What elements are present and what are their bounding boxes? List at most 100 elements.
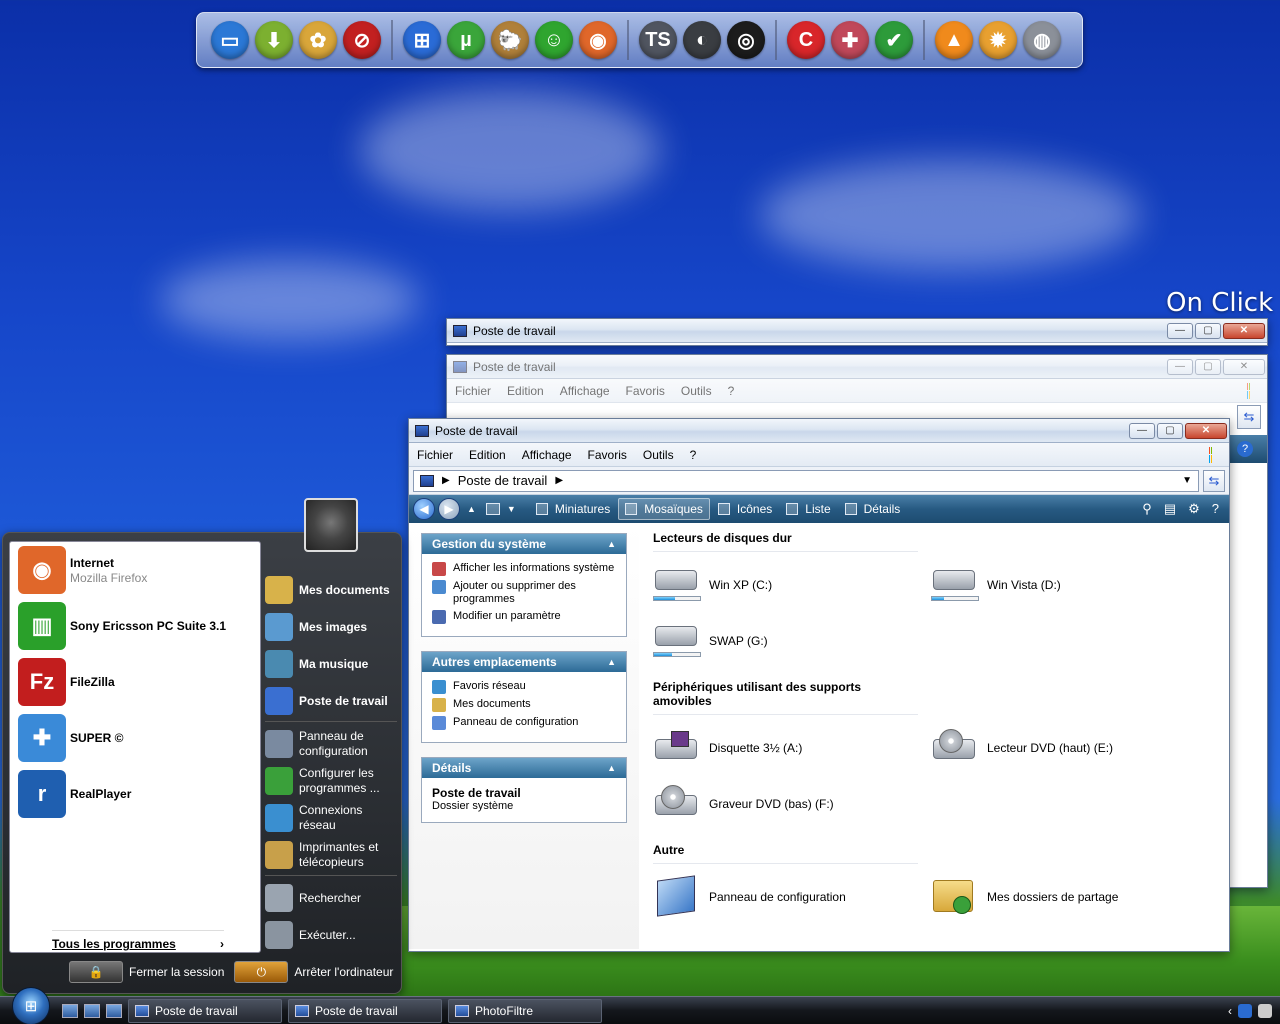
start-program[interactable]: ◉ Internet Mozilla Firefox	[10, 542, 260, 598]
start-place[interactable]: Mes images	[265, 610, 397, 644]
drive-tile[interactable]: Panneau de configuration	[653, 875, 931, 918]
network-tray-icon[interactable]	[1238, 1003, 1252, 1018]
menu-item[interactable]: Edition	[461, 448, 514, 462]
maximize-button[interactable]: ▢	[1157, 422, 1183, 439]
quicklaunch-icon[interactable]	[106, 1003, 122, 1018]
view-button[interactable]: Icônes	[712, 498, 778, 520]
view-panel-icon[interactable]	[485, 503, 500, 515]
drive-tile[interactable]: Mes dossiers de partage	[931, 876, 1209, 918]
task-link[interactable]: Afficher les informations système	[432, 562, 616, 576]
folder-note-icon[interactable]: ▤	[1164, 501, 1176, 517]
start-place[interactable]: Configurer les programmes ...	[265, 764, 397, 798]
menu-item[interactable]: Affichage	[552, 384, 618, 398]
titlebar[interactable]: Poste de travail — ▢ ✕	[447, 355, 1267, 379]
volume-tray-icon[interactable]	[1258, 1003, 1272, 1018]
show-desktop-icon[interactable]	[62, 1003, 78, 1018]
gear-icon[interactable]: ⚙	[1188, 501, 1200, 517]
shutdown-label[interactable]: Arrêter l'ordinateur	[294, 965, 393, 979]
menu-item[interactable]: Outils	[673, 384, 720, 398]
menu-item[interactable]: Affichage	[514, 448, 580, 462]
search-icon[interactable]: ⚲	[1142, 501, 1152, 517]
start-place[interactable]: Poste de travail	[265, 684, 397, 718]
drive-tile[interactable]: Disquette 3½ (A:)	[653, 727, 931, 769]
drive-tile[interactable]: SWAP (G:)	[653, 620, 931, 662]
task-link[interactable]: Mes documents	[432, 698, 616, 712]
start-place[interactable]: Rechercher	[265, 881, 397, 915]
collapse-icon[interactable]: ▲	[607, 539, 616, 549]
messenger-icon[interactable]: ☺	[535, 21, 573, 59]
all-programs-link[interactable]: Tous les programmes ›	[52, 930, 224, 951]
lock-button[interactable]: 🔒	[69, 961, 123, 983]
task-link[interactable]: Panneau de configuration	[432, 716, 616, 730]
task-link[interactable]: Modifier un paramètre	[432, 610, 616, 624]
monitor-icon[interactable]: ▭	[211, 21, 249, 59]
download-icon[interactable]: ⬇	[255, 21, 293, 59]
close-button[interactable]: ✕	[1223, 358, 1265, 375]
refresh-button[interactable]: ⇆	[1203, 469, 1225, 492]
chevron-down-icon[interactable]: ▼	[1182, 475, 1192, 486]
minimize-button[interactable]: —	[1129, 422, 1155, 439]
close-button[interactable]: ✕	[1223, 322, 1265, 339]
maximize-button[interactable]: ▢	[1195, 322, 1221, 339]
help-icon[interactable]: ?	[1212, 501, 1219, 517]
up-icon[interactable]: ▲	[467, 504, 476, 514]
view-button[interactable]: Miniatures	[530, 498, 616, 520]
user-avatar[interactable]	[304, 498, 358, 552]
shutdown-button[interactable]: ⏻	[234, 961, 289, 983]
chevron-left-icon[interactable]: ‹	[1228, 1004, 1232, 1018]
start-place[interactable]: Imprimantes et télécopieurs	[265, 838, 397, 872]
menu-item[interactable]: Favoris	[580, 448, 635, 462]
tools-icon[interactable]: ✚	[831, 21, 869, 59]
go-button[interactable]: ⇆	[1237, 405, 1261, 429]
firefox-icon[interactable]: ◉	[579, 21, 617, 59]
switch-windows-icon[interactable]	[84, 1003, 100, 1018]
forward-button[interactable]: ▶	[438, 498, 460, 520]
collapse-icon[interactable]: ▲	[607, 657, 616, 667]
windows-logo-icon[interactable]: ⊞	[403, 21, 441, 59]
start-place[interactable]: Panneau de configuration	[265, 727, 397, 761]
start-place[interactable]: Connexions réseau	[265, 801, 397, 835]
start-program[interactable]: ✚ SUPER ©	[10, 710, 260, 766]
start-place[interactable]: Mes documents	[265, 573, 397, 607]
shield-icon[interactable]: ✔	[875, 21, 913, 59]
logoff-button[interactable]: Fermer la session	[129, 965, 224, 979]
start-place[interactable]: Exécuter...	[265, 918, 397, 952]
minimize-button[interactable]: —	[1167, 322, 1193, 339]
address-input[interactable]: ▶ Poste de travail ▶ ▼	[413, 469, 1199, 492]
menu-item[interactable]: ?	[682, 448, 705, 462]
task-box-header[interactable]: Gestion du système ▲	[422, 534, 626, 554]
help-icon[interactable]: ?	[1237, 441, 1253, 457]
menu-item[interactable]: Favoris	[618, 384, 673, 398]
drive-icon[interactable]: ◐	[683, 21, 721, 59]
menu-item[interactable]: Edition	[499, 384, 552, 398]
taskbar-button[interactable]: Poste de travail	[128, 998, 282, 1023]
titlebar[interactable]: Poste de travail — ▢ ✕	[447, 319, 1267, 343]
webcam-icon[interactable]: ◍	[1023, 21, 1061, 59]
drive-tile[interactable]: Win XP (C:)	[653, 564, 931, 606]
maximize-button[interactable]: ▢	[1195, 358, 1221, 375]
menu-item[interactable]: Fichier	[409, 448, 461, 462]
chevron-down-icon[interactable]: ▼	[507, 504, 516, 514]
taskbar-button[interactable]: PhotoFiltre	[448, 998, 602, 1023]
start-program[interactable]: Fz FileZilla	[10, 654, 260, 710]
ccleaner-icon[interactable]: C	[787, 21, 825, 59]
back-button[interactable]: ◀	[413, 498, 435, 520]
details-header[interactable]: Détails ▲	[422, 758, 626, 778]
window-back[interactable]: Poste de travail — ▢ ✕	[446, 318, 1268, 346]
emule-icon[interactable]: 🐑	[491, 21, 529, 59]
explorer-window[interactable]: Poste de travail — ▢ ✕ Fichier Edition Aff…	[408, 418, 1230, 952]
view-button[interactable]: Liste	[780, 498, 836, 520]
task-link[interactable]: Favoris réseau	[432, 680, 616, 694]
menu-item[interactable]: Fichier	[447, 384, 499, 398]
task-link[interactable]: Ajouter ou supprimer des programmes	[432, 580, 616, 606]
start-button[interactable]: ⊞	[12, 986, 50, 1024]
vlc-icon[interactable]: ▲	[935, 21, 973, 59]
utorrent-icon[interactable]: µ	[447, 21, 485, 59]
collapse-icon[interactable]: ▲	[607, 763, 616, 773]
counter-strike-icon[interactable]: ◎	[727, 21, 765, 59]
taskbar-button[interactable]: Poste de travail	[288, 998, 442, 1023]
no-entry-icon[interactable]: ⊘	[343, 21, 381, 59]
task-box-header[interactable]: Autres emplacements ▲	[422, 652, 626, 672]
teamspeak-icon[interactable]: TS	[639, 21, 677, 59]
start-program[interactable]: r RealPlayer	[10, 766, 260, 822]
